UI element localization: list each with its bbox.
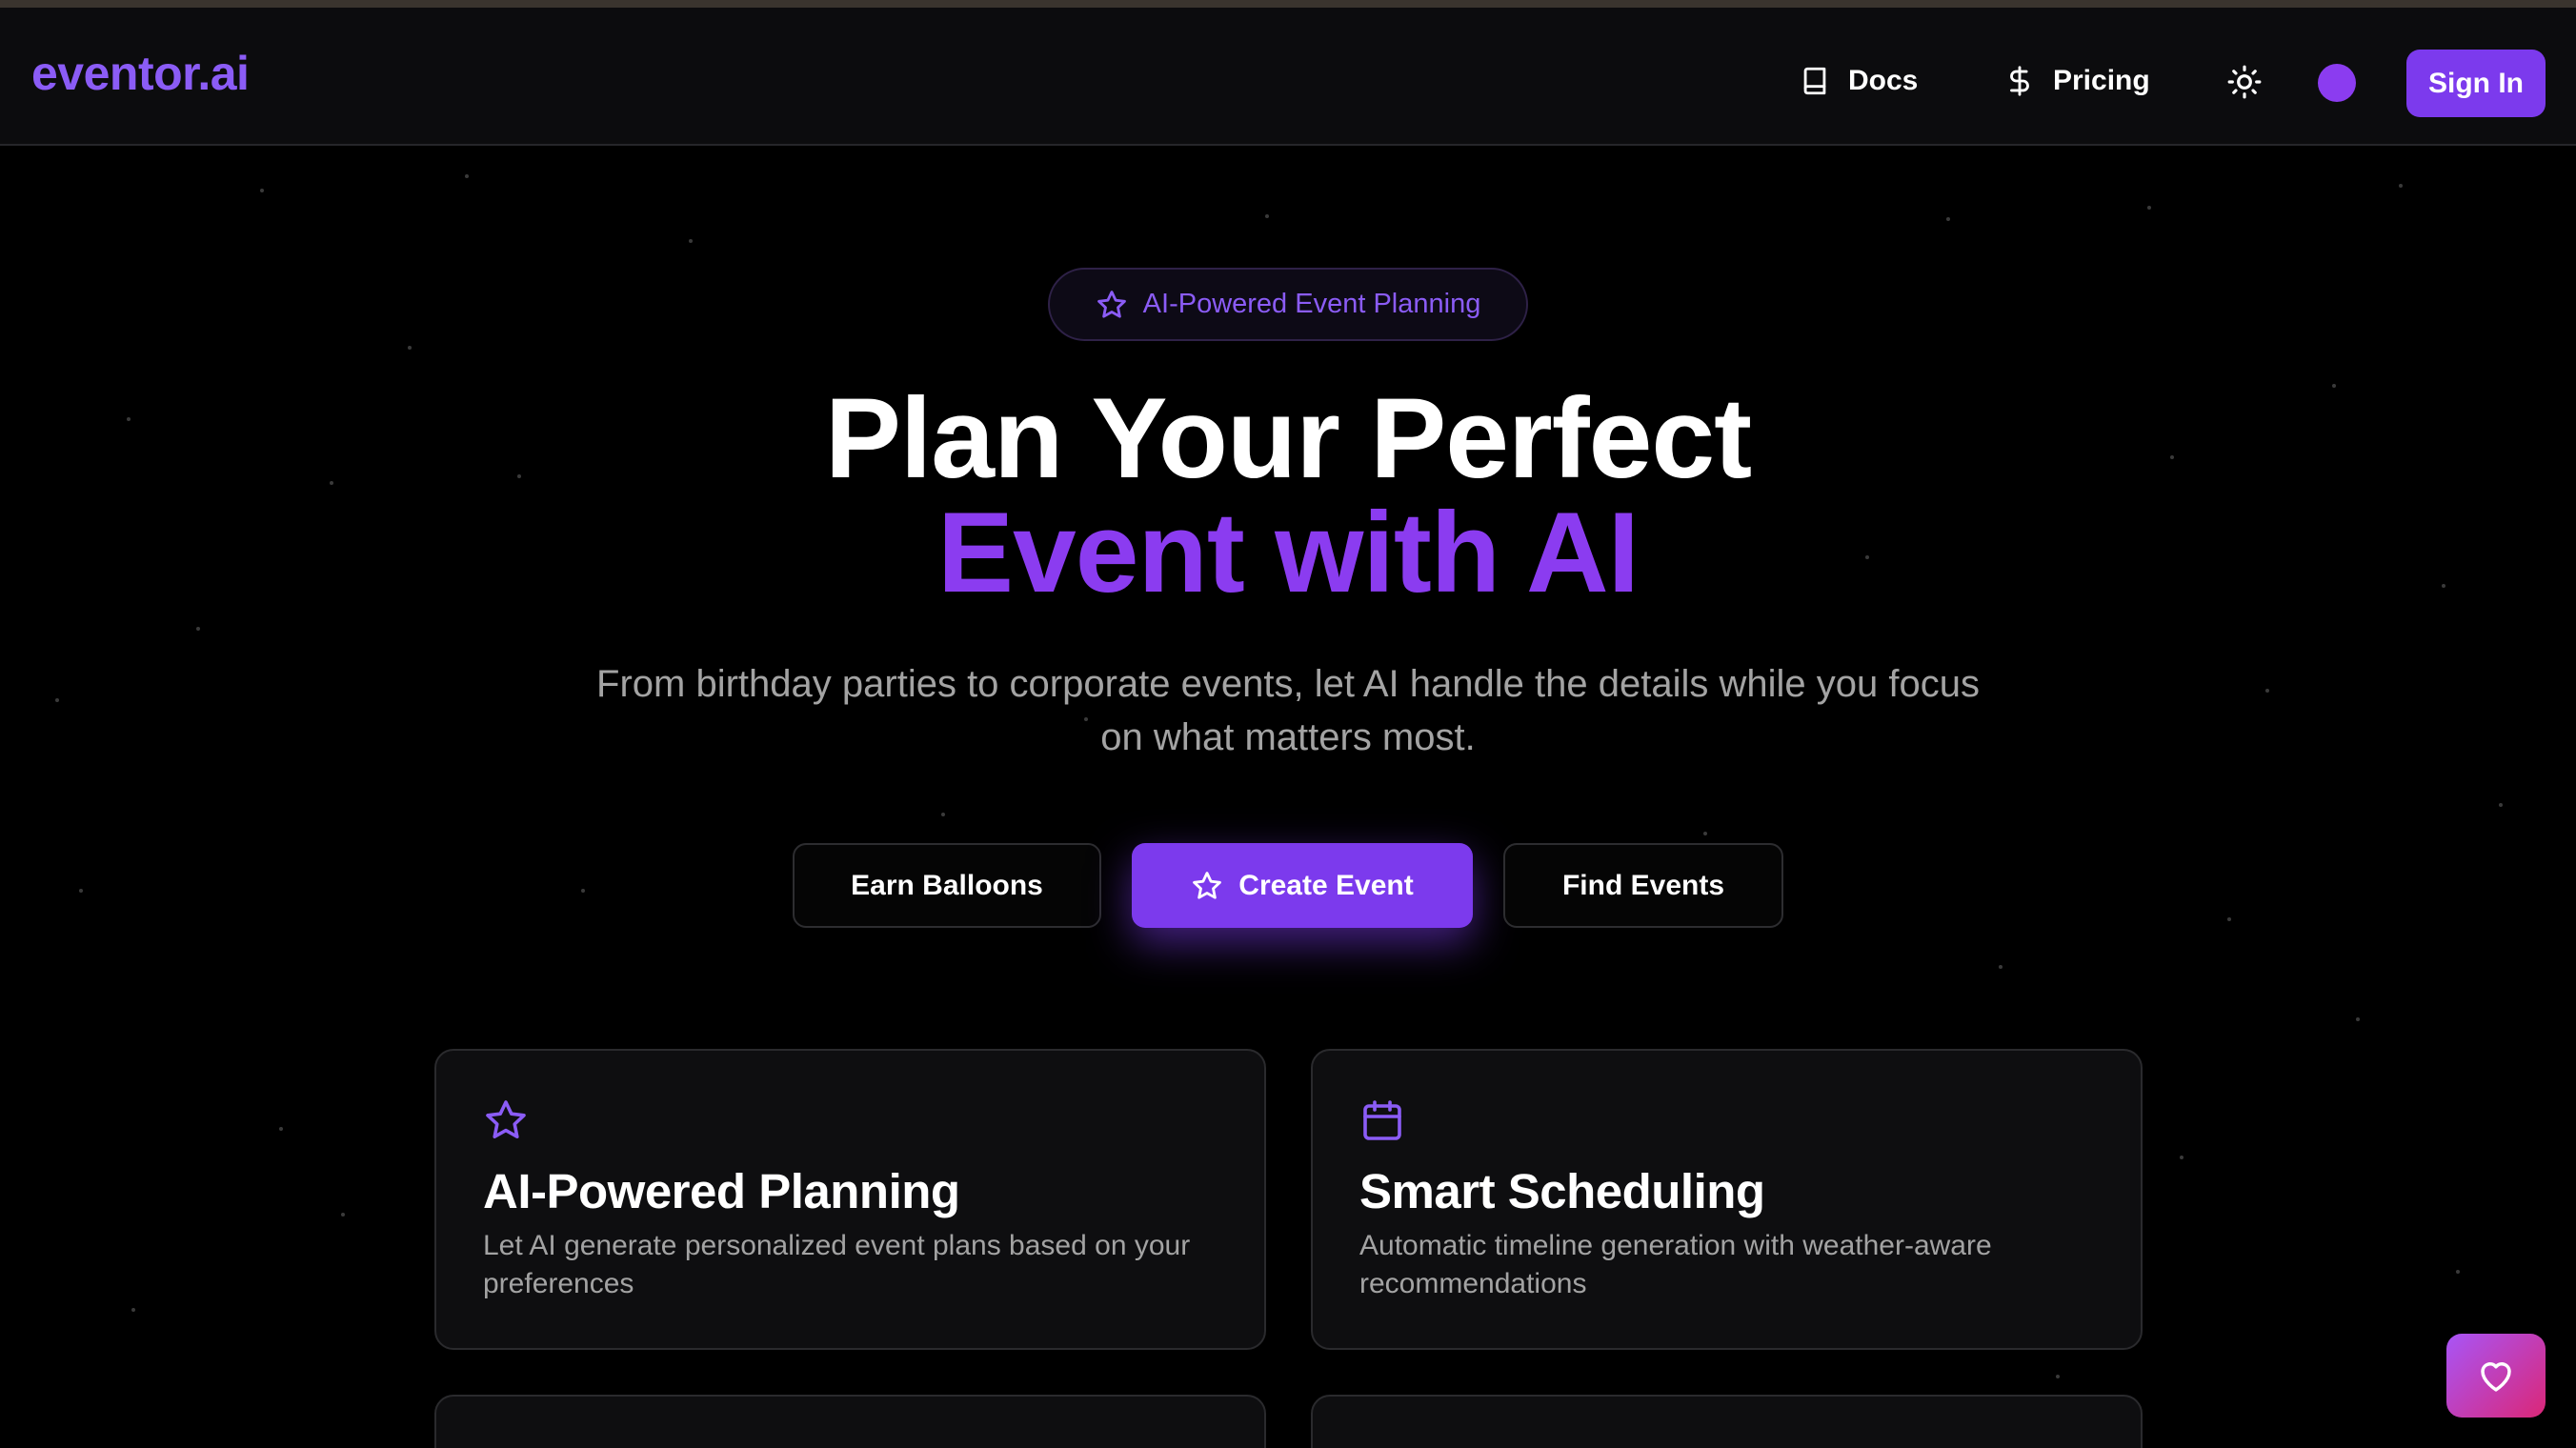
star-icon [1193,871,1222,899]
browser-top-strip [0,0,2576,8]
page: eventor.ai Docs Pricing Sign In AI-Power… [0,0,2576,1448]
navbar: eventor.ai Docs Pricing Sign In [0,8,2576,146]
nav-link-pricing-label: Pricing [2053,65,2150,96]
calendar-icon [1363,1100,1401,1140]
hero-badge-label: AI-Powered Event Planning [1142,289,1481,319]
book-icon [1803,67,1826,95]
hero-title-line-1: Plan Your Perfect [824,374,1752,502]
favorite-button[interactable] [2446,1334,2546,1418]
feature-title: AI-Powered Planning [483,1164,960,1218]
create-event-button[interactable]: Create Event [1132,843,1473,928]
feature-card [1311,1395,2143,1448]
heart-icon [2481,1362,2511,1392]
feature-card [434,1395,1266,1448]
hero-subtitle: From birthday parties to corporate event… [596,663,1980,758]
feature-title: Smart Scheduling [1359,1164,1765,1218]
sign-in-button[interactable]: Sign In [2406,50,2546,117]
find-events-label: Find Events [1561,869,1725,901]
nav-link-docs-label: Docs [1848,65,1919,96]
sun-icon[interactable] [2226,64,2263,100]
hero-title: Plan Your Perfect Event with AI [0,381,2576,610]
feature-description: Let AI generate personalized event plans… [483,1230,1191,1299]
nav-link-docs[interactable]: Docs [1799,57,1918,105]
avatar[interactable] [2318,64,2356,102]
nav-link-pricing[interactable]: Pricing [2003,57,2150,105]
star-icon [486,1100,526,1139]
earn-balloons-button[interactable]: Earn Balloons [793,843,1101,928]
dollar-icon [2010,66,2029,96]
feature-card-ai-planning: AI-Powered Planning Let AI generate pers… [434,1049,1266,1350]
find-events-button[interactable]: Find Events [1503,843,1783,928]
starfield-background [55,174,2503,1378]
hero-badge: AI-Powered Event Planning [1048,268,1528,341]
earn-balloons-label: Earn Balloons [851,869,1043,901]
star-icon [1097,290,1126,318]
feature-description: Automatic timeline generation with weath… [1359,1230,1992,1299]
create-event-label: Create Event [1238,869,1414,901]
feature-card-smart-scheduling: Smart Scheduling Automatic timeline gene… [1311,1049,2143,1350]
hero-title-line-2: Event with AI [937,489,1640,616]
logo[interactable]: eventor.ai [31,46,250,101]
